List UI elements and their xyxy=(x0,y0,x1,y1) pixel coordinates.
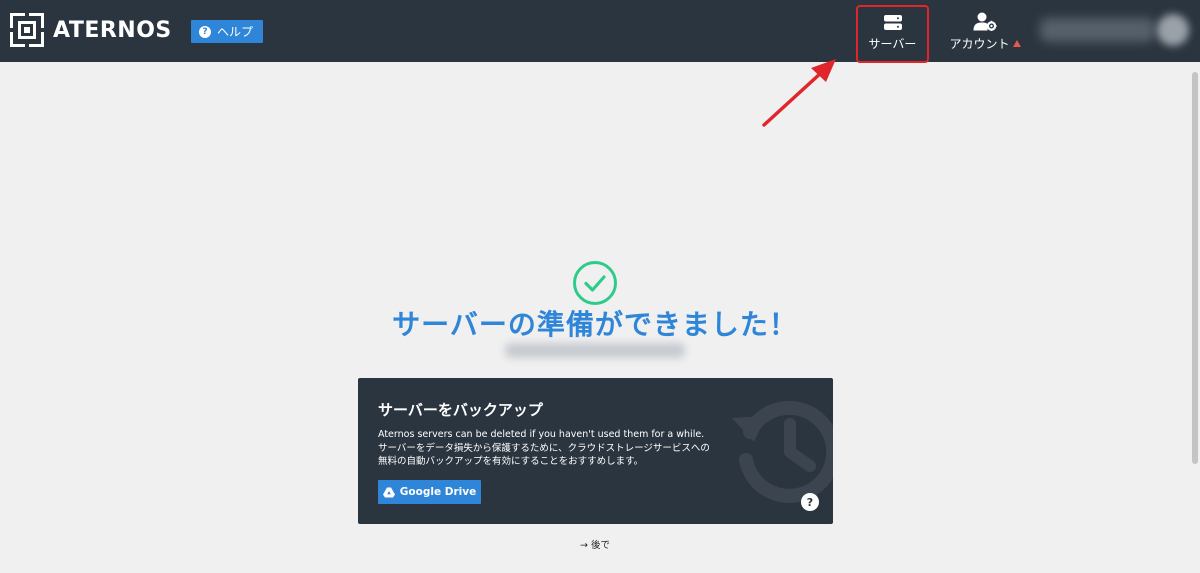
page-title: サーバーの準備ができました！ xyxy=(392,308,798,341)
user-gear-icon xyxy=(973,12,997,31)
question-circle-icon: ? xyxy=(199,25,211,38)
later-link-label: 後で xyxy=(590,540,610,551)
later-link[interactable]: → 後で xyxy=(0,537,1190,551)
warning-triangle-icon xyxy=(1012,40,1021,47)
backup-description: Aternos servers can be deleted if you ha… xyxy=(378,428,710,469)
backup-desc-line: 無料の自動バックアップを有効にすることをおすすめします。 xyxy=(378,456,644,467)
aternos-logo[interactable]: ATERNOS xyxy=(10,13,172,47)
nav-servers[interactable]: サーバー xyxy=(856,5,929,63)
top-navbar: ATERNOS ? ヘルプ サーバー アカウント xyxy=(0,0,1200,63)
arrow-right-icon: → xyxy=(580,540,588,551)
aternos-logo-icon xyxy=(10,13,44,47)
nav-account-text: アカウント xyxy=(949,37,1010,51)
help-button[interactable]: ? ヘルプ xyxy=(191,20,264,43)
check-circle-icon xyxy=(573,261,617,305)
avatar[interactable] xyxy=(1157,14,1189,46)
google-drive-button-label: Google Drive xyxy=(399,486,477,498)
nav-account-label: アカウント xyxy=(949,35,1021,52)
brand-name: ATERNOS xyxy=(53,17,172,43)
scrollbar-thumb[interactable] xyxy=(1192,72,1198,464)
history-icon xyxy=(732,400,833,503)
backup-desc-line: Aternos servers can be deleted if you ha… xyxy=(378,429,705,440)
server-stack-icon xyxy=(883,15,902,30)
backup-title: サーバーをバックアップ xyxy=(378,401,543,419)
backup-card: サーバーをバックアップ Aternos servers can be delet… xyxy=(358,378,833,524)
google-drive-icon xyxy=(382,487,395,497)
nav-servers-label: サーバー xyxy=(868,37,917,51)
help-button-label: ヘルプ xyxy=(217,25,254,39)
backup-desc-line: サーバーをデータ損失から保護するために、クラウドストレージサービスへの xyxy=(378,442,710,454)
server-address-redacted xyxy=(505,343,685,358)
google-drive-button[interactable]: Google Drive xyxy=(378,480,481,504)
username-redacted[interactable] xyxy=(1040,18,1155,42)
nav-account[interactable]: アカウント xyxy=(942,5,1028,63)
question-circle-icon[interactable]: ? xyxy=(801,493,819,511)
